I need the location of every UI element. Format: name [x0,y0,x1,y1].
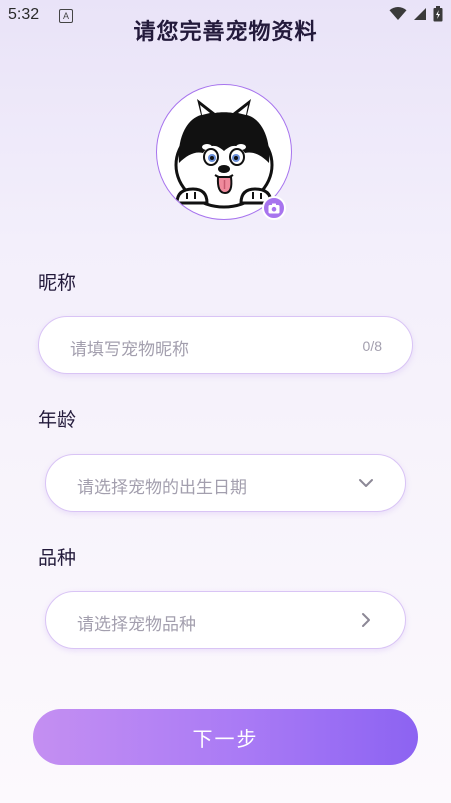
age-placeholder: 请选择宠物的出生日期 [77,478,247,498]
next-button-label: 下一步 [192,726,259,751]
breed-placeholder: 请选择宠物品种 [77,615,196,635]
next-button[interactable]: 下一步 [33,709,418,765]
avatar-upload[interactable] [156,84,292,220]
breed-label: 品种 [38,547,77,569]
camera-icon [268,203,280,213]
page-title: 请您完善宠物资料 [133,20,318,45]
nickname-label: 昵称 [38,272,77,294]
nickname-char-counter: 0/8 [362,338,382,354]
camera-badge[interactable] [262,196,286,220]
breed-select[interactable]: 请选择宠物品种 [45,591,406,649]
age-label: 年龄 [38,409,77,431]
chevron-right-icon [362,613,370,627]
age-select[interactable]: 请选择宠物的出生日期 [45,454,406,512]
nickname-placeholder: 请填写宠物昵称 [70,340,189,360]
chevron-down-icon [359,479,373,487]
nickname-input[interactable]: 请填写宠物昵称 0/8 [38,316,413,374]
